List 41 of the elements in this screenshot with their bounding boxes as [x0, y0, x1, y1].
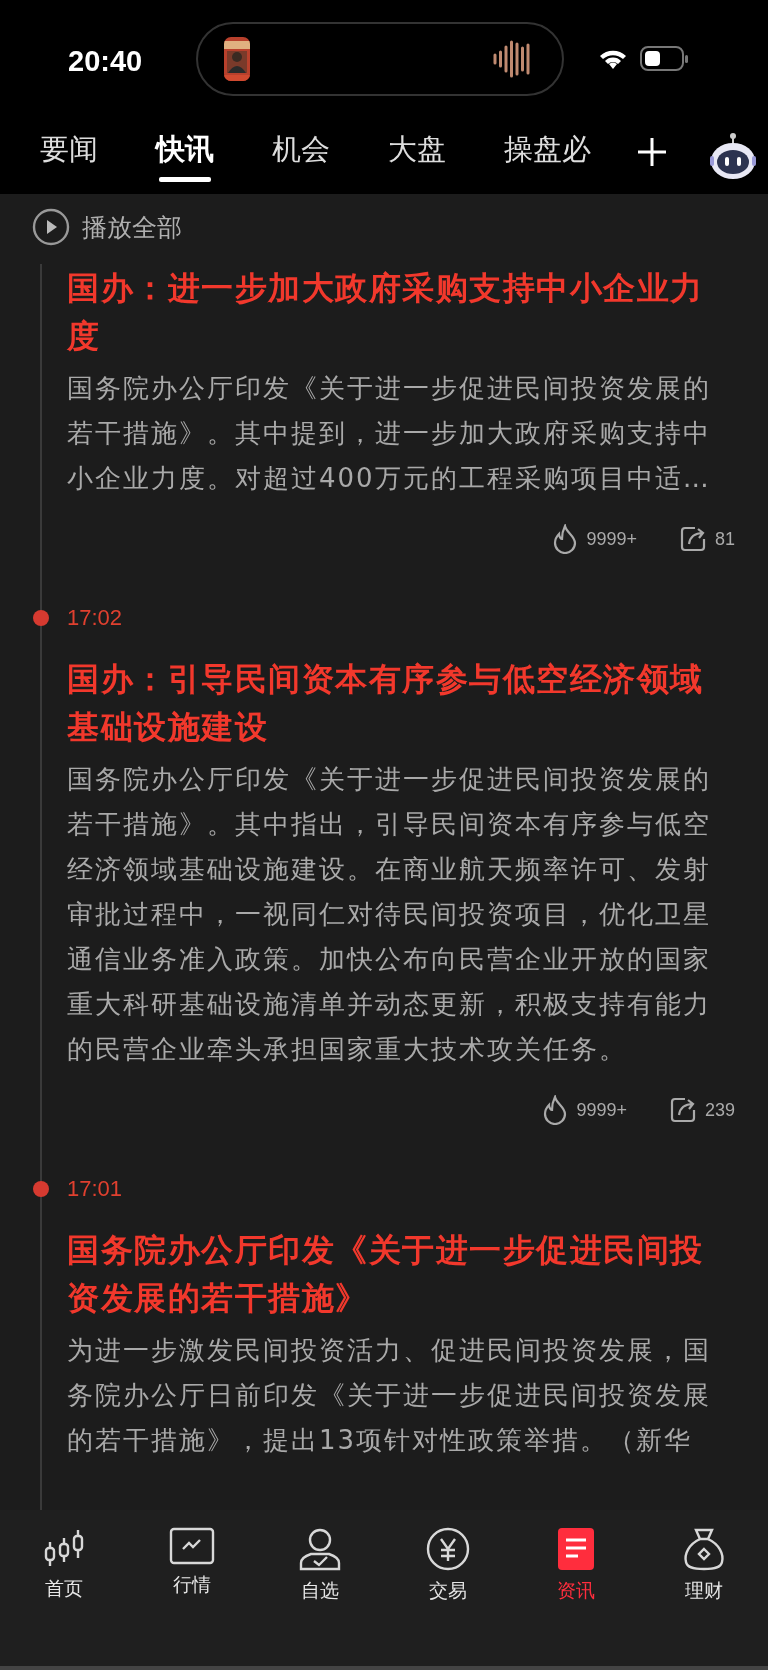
status-time: 20:40: [68, 44, 144, 78]
flame-icon: [552, 524, 579, 554]
document-icon: [556, 1526, 596, 1572]
user-check-icon: [297, 1526, 343, 1572]
plus-icon[interactable]: [636, 136, 668, 168]
flame-icon: [542, 1095, 569, 1125]
news-time: 17:02: [67, 605, 123, 631]
news-tab[interactable]: 大盘: [388, 130, 446, 182]
news-tab[interactable]: 操盘必: [504, 130, 591, 182]
play-all-label[interactable]: 播放全部: [82, 210, 182, 244]
timeline-dot: [33, 610, 49, 626]
wifi-icon: [598, 48, 628, 70]
play-icon[interactable]: [32, 208, 70, 246]
nav-tab[interactable]: 理财: [640, 1526, 768, 1604]
share-icon[interactable]: [678, 525, 707, 553]
news-title[interactable]: 国办：进一步加大政府采购支持中小企业力度: [67, 264, 735, 360]
news-title[interactable]: 国办：引导民间资本有序参与低空经济领域基础设施建设: [67, 655, 735, 751]
timeline-dot: [33, 1181, 49, 1197]
news-body: 国务院办公厅印发《关于进一步促进民间投资发展的若干措施》。其中指出，引导民间资本有序参与低空经济领域基础设施建设。在商业航天频率许可、发射审批过程中，一视同仁对待民间投资项目，优化卫星通信业务准入政策。加快公布向民营企业开放的国家重大科研基础设施清单并动态更新，积极支持有能力的民营企业牵头承担国家重大技术攻关任务。: [67, 763, 712, 1066]
heat-count: 9999+: [576, 1099, 627, 1121]
nav-tab[interactable]: 行情: [128, 1526, 256, 1604]
news-time: 17:01: [67, 1176, 123, 1202]
news-body: 为进一步激发民间投资活力、促进民间投资发展，国务院办公厅日前印发《关于进一步促进民间投资发展的若干措施》，提出13项针对性政策举措。（新华: [67, 1334, 712, 1457]
battery-icon: [640, 46, 688, 72]
nav-tab[interactable]: 自选: [256, 1526, 384, 1604]
nav-tab[interactable]: 交易: [384, 1526, 512, 1604]
news-tab[interactable]: 要闻: [40, 130, 98, 182]
share-count: 239: [704, 1099, 735, 1121]
news-tab[interactable]: 快讯: [156, 130, 214, 182]
robot-icon[interactable]: [708, 132, 758, 182]
heat-count: 9999+: [586, 528, 637, 550]
nav-tab[interactable]: 资讯: [512, 1526, 640, 1604]
money-bag-icon: [681, 1526, 727, 1572]
share-icon[interactable]: [668, 1096, 697, 1124]
news-tab[interactable]: 机会: [272, 130, 330, 182]
news-title[interactable]: 国务院办公厅印发《关于进一步促进民间投资发展的若干措施》: [67, 1226, 735, 1322]
news-body: 国务院办公厅印发《关于进一步促进民间投资发展的若干措施》。其中提到，进一步加大政府采购支持中小企业力度。对超过400万元的工程采购项目中适…: [67, 372, 712, 495]
yen-coin-icon: [425, 1526, 471, 1572]
nav-tab[interactable]: 首页: [0, 1526, 128, 1604]
share-count: 81: [714, 528, 735, 550]
line-chart-icon: [169, 1526, 215, 1566]
